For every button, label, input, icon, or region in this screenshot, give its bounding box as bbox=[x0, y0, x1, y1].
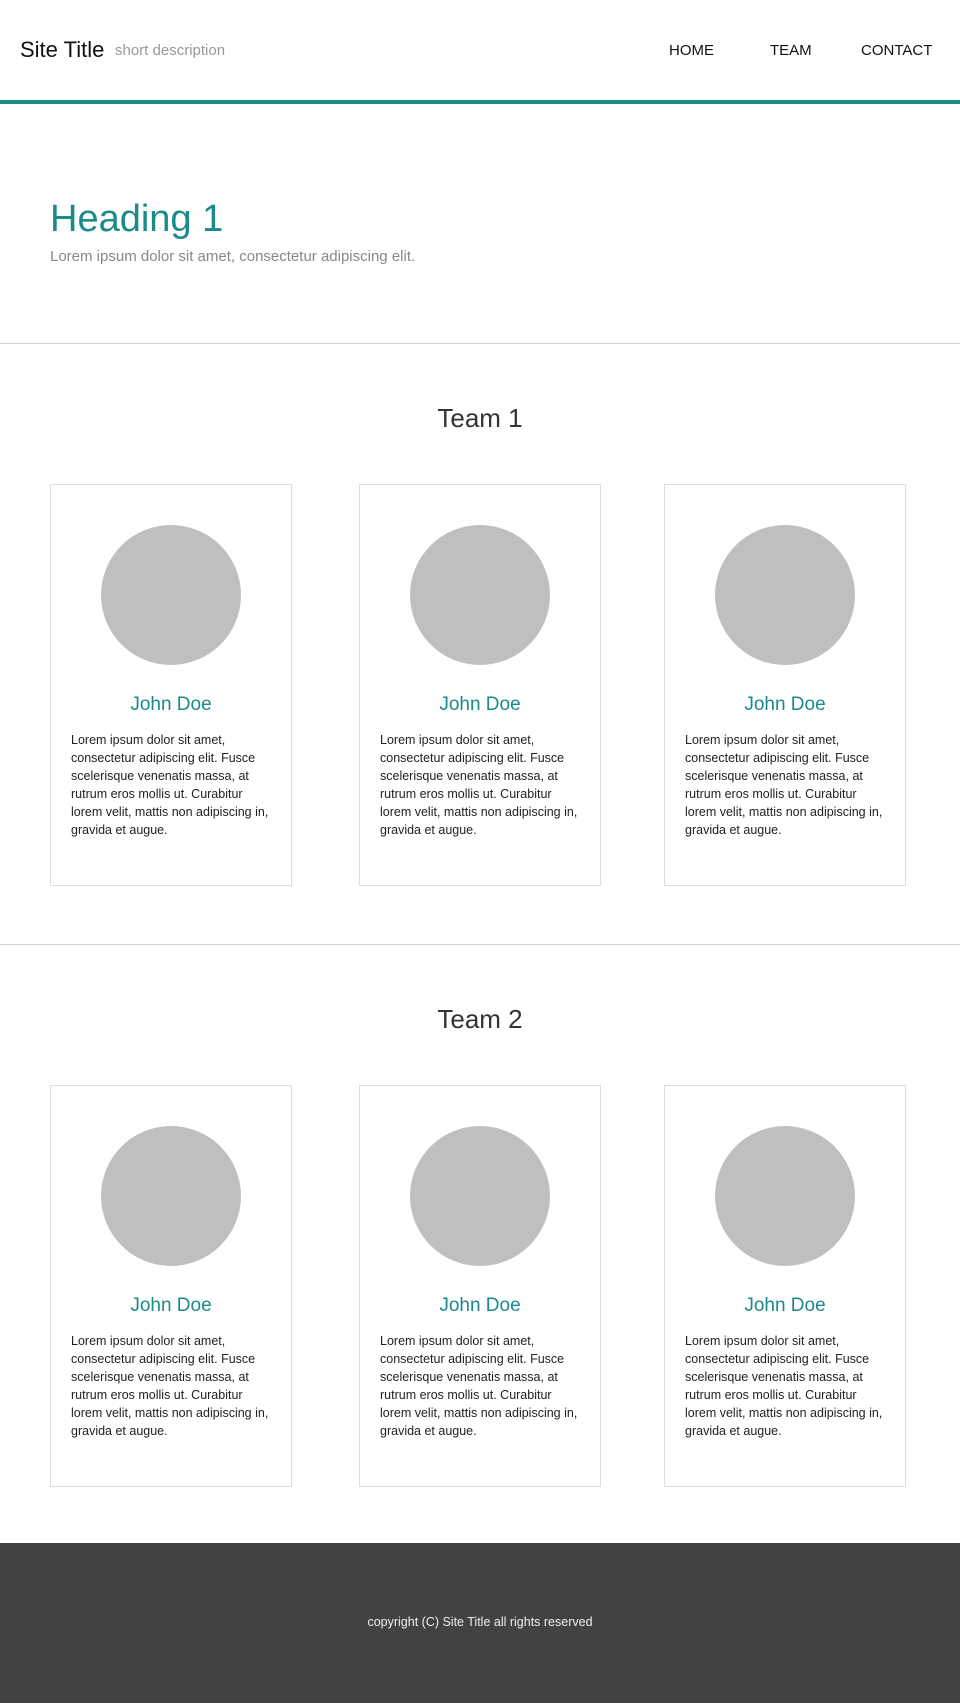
page-heading: Heading 1 bbox=[50, 198, 224, 240]
site-footer: copyright (C) Site Title all rights rese… bbox=[0, 1543, 960, 1703]
member-bio: Lorem ipsum dolor sit amet, consectetur … bbox=[685, 1334, 883, 1438]
site-header: Site Title short description HOME TEAM C… bbox=[0, 0, 960, 104]
member-bio: Lorem ipsum dolor sit amet, consectetur … bbox=[380, 1334, 578, 1438]
nav-team-link[interactable]: TEAM bbox=[770, 41, 812, 61]
member-bio: Lorem ipsum dolor sit amet, consectetur … bbox=[380, 733, 578, 837]
member-name: John Doe bbox=[439, 694, 521, 715]
avatar bbox=[410, 1126, 550, 1266]
member-bio: Lorem ipsum dolor sit amet, consectetur … bbox=[685, 733, 883, 837]
member-card: John Doe Lorem ipsum dolor sit amet, con… bbox=[359, 1085, 601, 1487]
member-name: John Doe bbox=[744, 1295, 826, 1316]
avatar bbox=[715, 525, 855, 665]
avatar bbox=[410, 525, 550, 665]
member-name: John Doe bbox=[744, 694, 826, 715]
copyright-text: copyright (C) Site Title all rights rese… bbox=[367, 1615, 593, 1629]
member-bio: Lorem ipsum dolor sit amet, consectetur … bbox=[71, 1334, 269, 1438]
avatar bbox=[715, 1126, 855, 1266]
avatar bbox=[101, 525, 241, 665]
member-name: John Doe bbox=[130, 1295, 212, 1316]
avatar bbox=[101, 1126, 241, 1266]
member-name: John Doe bbox=[130, 694, 212, 715]
member-card: John Doe Lorem ipsum dolor sit amet, con… bbox=[50, 484, 292, 886]
nav-home-link[interactable]: HOME bbox=[669, 41, 714, 61]
main-nav: HOME TEAM CONTACT bbox=[0, 41, 960, 61]
team-section-2: Team 2 John Doe Lorem ipsum dolor sit am… bbox=[0, 945, 960, 1543]
team-title: Team 1 bbox=[437, 403, 523, 433]
hero-subtitle: Lorem ipsum dolor sit amet, consectetur … bbox=[50, 248, 416, 265]
team-section-1: Team 1 John Doe Lorem ipsum dolor sit am… bbox=[0, 344, 960, 945]
team-title: Team 2 bbox=[437, 1004, 523, 1034]
member-bio: Lorem ipsum dolor sit amet, consectetur … bbox=[71, 733, 269, 837]
member-name: John Doe bbox=[439, 1295, 521, 1316]
hero-section: Heading 1 Lorem ipsum dolor sit amet, co… bbox=[0, 104, 960, 344]
member-card: John Doe Lorem ipsum dolor sit amet, con… bbox=[359, 484, 601, 886]
member-card: John Doe Lorem ipsum dolor sit amet, con… bbox=[50, 1085, 292, 1487]
member-card: John Doe Lorem ipsum dolor sit amet, con… bbox=[664, 1085, 906, 1487]
nav-contact-link[interactable]: CONTACT bbox=[861, 41, 932, 61]
member-card: John Doe Lorem ipsum dolor sit amet, con… bbox=[664, 484, 906, 886]
